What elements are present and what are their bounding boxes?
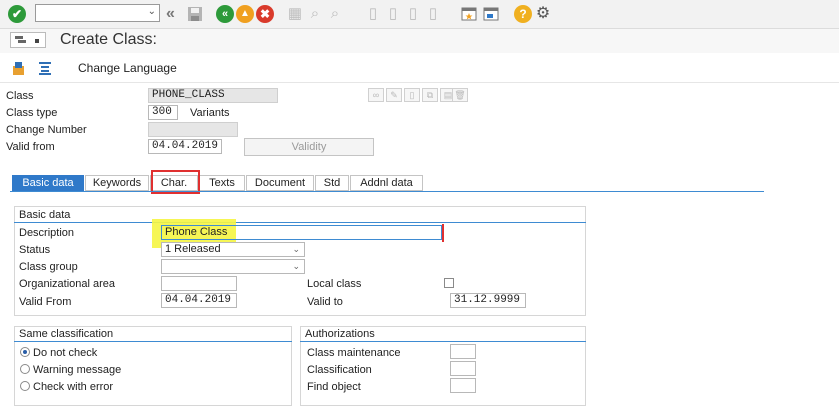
- previous-page-icon[interactable]: ▯: [384, 5, 402, 23]
- class-type-label: Class type: [6, 107, 58, 119]
- system-toolbar: ✔ ⌄ « « ▲ ✖ ▦ ⌕ ⌕ ▯ ▯ ▯ ▯ ? ⚙: [0, 0, 839, 29]
- shortcut-icon[interactable]: [482, 5, 500, 23]
- class-group-label: Class group: [19, 261, 78, 273]
- basic-data-group-line: [14, 222, 586, 223]
- status-dropdown-value: 1 Released: [165, 243, 221, 255]
- edit-icon[interactable]: ✎: [386, 88, 402, 102]
- variants-label: Variants: [190, 107, 230, 119]
- help-icon[interactable]: ?: [514, 5, 532, 23]
- new-document-icon[interactable]: ▯: [404, 88, 420, 102]
- check-with-error-radio[interactable]: [20, 381, 30, 391]
- tab-basic-data[interactable]: Basic data: [12, 175, 84, 191]
- basic-data-group-title: Basic data: [19, 209, 71, 221]
- org-area-label: Organizational area: [19, 278, 116, 290]
- chevron-down-icon[interactable]: ⌄: [148, 6, 156, 17]
- change-number-field[interactable]: [148, 122, 238, 137]
- class-type-field[interactable]: 300: [148, 105, 178, 120]
- validity-button[interactable]: Validity: [244, 138, 374, 156]
- classification-label: Classification: [307, 364, 372, 376]
- valid-from-field[interactable]: 04.04.2019: [148, 139, 222, 154]
- change-language-button[interactable]: Change Language: [78, 61, 177, 75]
- description-label: Description: [19, 227, 75, 239]
- cancel-icon[interactable]: ✖: [256, 5, 274, 23]
- change-number-label: Change Number: [6, 124, 87, 136]
- authorizations-group-title: Authorizations: [305, 328, 375, 340]
- glasses-icon[interactable]: ∞: [368, 88, 384, 102]
- first-page-icon[interactable]: ▯: [364, 5, 382, 23]
- classification-field[interactable]: [450, 361, 476, 376]
- field-end-marker: [438, 224, 444, 242]
- chevron-down-icon[interactable]: ⌄: [292, 260, 300, 273]
- class-field: PHONE_CLASS: [148, 88, 278, 103]
- org-area-field[interactable]: [161, 276, 237, 291]
- enter-icon[interactable]: ✔: [8, 5, 26, 23]
- tab-underline: [10, 191, 764, 192]
- delete-icon[interactable]: 🗑: [452, 88, 468, 102]
- copy-icon[interactable]: ⧉: [422, 88, 438, 102]
- settings-icon[interactable]: ⚙: [534, 5, 552, 23]
- new-session-icon[interactable]: [460, 5, 478, 23]
- class-maintenance-label: Class maintenance: [307, 347, 401, 359]
- class-maintenance-field[interactable]: [450, 344, 476, 359]
- do-not-check-label[interactable]: Do not check: [33, 346, 97, 360]
- tab-texts[interactable]: Texts: [199, 175, 245, 191]
- chevron-down-icon[interactable]: ⌄: [292, 243, 300, 256]
- find-object-label: Find object: [307, 381, 361, 393]
- local-class-label: Local class: [307, 278, 362, 290]
- do-not-check-radio[interactable]: [20, 347, 30, 357]
- tab-std[interactable]: Std: [315, 175, 349, 191]
- menu-button[interactable]: [10, 32, 46, 48]
- valid-from-label: Valid from: [6, 141, 55, 153]
- valid-to-field[interactable]: 31.12.9999: [450, 293, 526, 308]
- back-double-icon[interactable]: «: [166, 5, 184, 23]
- command-field[interactable]: ⌄: [35, 4, 160, 22]
- tab-keywords[interactable]: Keywords: [85, 175, 149, 191]
- description-field[interactable]: Phone Class: [161, 225, 442, 240]
- other-class-icon[interactable]: [10, 59, 28, 77]
- authorizations-group-line: [300, 341, 586, 342]
- exit-icon[interactable]: ▲: [236, 5, 254, 23]
- status-dropdown[interactable]: 1 Released ⌄: [161, 242, 305, 257]
- status-label: Status: [19, 244, 51, 256]
- save-icon[interactable]: [186, 5, 204, 23]
- print-icon[interactable]: ▦: [286, 5, 304, 23]
- last-page-icon[interactable]: ▯: [424, 5, 442, 23]
- warning-message-label[interactable]: Warning message: [33, 363, 121, 377]
- list-icon[interactable]: [36, 59, 54, 77]
- tab-document[interactable]: Document: [246, 175, 314, 191]
- class-label: Class: [6, 90, 34, 102]
- page-title: Create Class:: [60, 31, 157, 48]
- check-with-error-label[interactable]: Check with error: [33, 380, 113, 394]
- valid-from-basic-field[interactable]: 04.04.2019: [161, 293, 237, 308]
- menu-icon: [15, 36, 39, 43]
- next-page-icon[interactable]: ▯: [404, 5, 422, 23]
- same-classification-group-title: Same classification: [19, 328, 114, 340]
- tab-addnl-data[interactable]: Addnl data: [350, 175, 423, 191]
- same-classification-group-line: [14, 341, 292, 342]
- find-object-field[interactable]: [450, 378, 476, 393]
- local-class-checkbox[interactable]: [444, 278, 454, 288]
- find-icon[interactable]: ⌕: [306, 5, 324, 23]
- class-group-dropdown[interactable]: ⌄: [161, 259, 305, 274]
- warning-message-radio[interactable]: [20, 364, 30, 374]
- back-icon[interactable]: «: [216, 5, 234, 23]
- valid-from-basic-label: Valid From: [19, 296, 72, 308]
- valid-to-label: Valid to: [307, 296, 343, 308]
- find-next-icon[interactable]: ⌕: [326, 5, 344, 23]
